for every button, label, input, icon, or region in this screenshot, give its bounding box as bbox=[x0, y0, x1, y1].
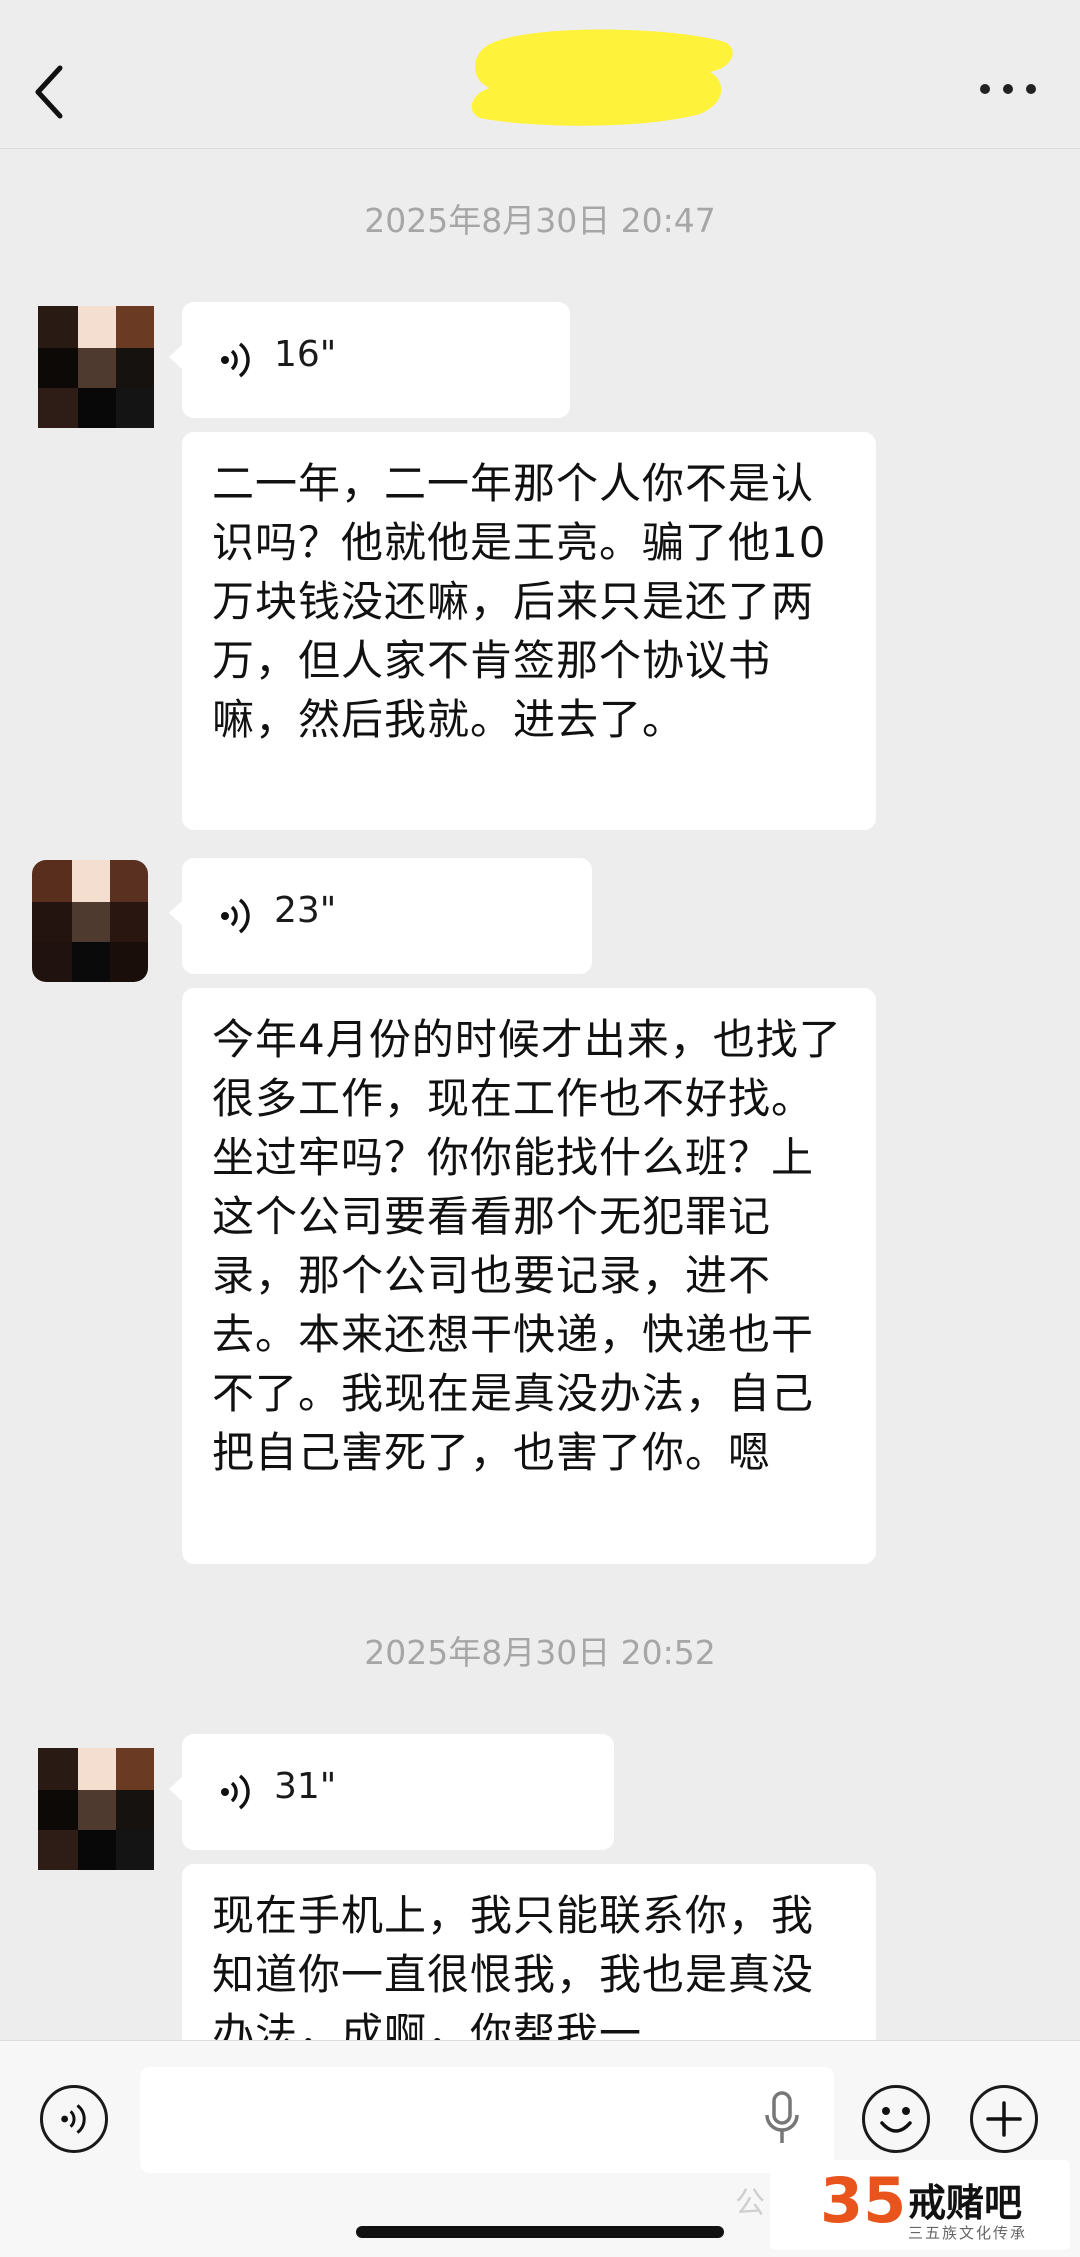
voice-duration: 31" bbox=[274, 1766, 337, 1807]
voice-transcript[interactable]: 二一年，二一年那个人你不是认识吗？他就他是王亮。骗了他10万块钱没还嘛，后来只是… bbox=[182, 432, 876, 830]
voice-mode-icon[interactable] bbox=[40, 2085, 108, 2153]
voice-wave-icon bbox=[221, 898, 250, 934]
microphone-icon[interactable] bbox=[762, 2089, 802, 2149]
voice-transcript[interactable]: 今年4月份的时候才出来，也找了很多工作，现在工作也不好找。坐过牢吗？你你能找什么… bbox=[182, 988, 876, 1564]
timestamp: 2025年8月30日 20:52 bbox=[364, 1633, 716, 1672]
voice-wave-icon bbox=[221, 342, 250, 378]
top-nav-bar bbox=[0, 0, 1080, 149]
emoji-icon[interactable] bbox=[862, 2085, 930, 2153]
timestamp: 2025年8月30日 20:47 bbox=[364, 201, 716, 240]
redacted-contact-name bbox=[471, 29, 733, 126]
watermark-number: 35 bbox=[820, 2164, 907, 2237]
home-indicator[interactable] bbox=[356, 2226, 724, 2238]
chat-area: 2025年8月30日 20:47 16" 二一年，二一年那个人你不是认识吗？他就… bbox=[0, 0, 1080, 2040]
voice-transcript[interactable]: 现在手机上，我只能联系你，我知道你一直很恨我，我也是真没办法，成啊，你帮我一 bbox=[182, 1864, 876, 2040]
voice-message[interactable]: 23" bbox=[169, 858, 592, 974]
avatar[interactable] bbox=[38, 306, 154, 428]
voice-duration: 23" bbox=[274, 890, 337, 931]
watermark-name: 戒赌吧 bbox=[908, 2181, 1023, 2225]
voice-message[interactable]: 16" bbox=[169, 302, 570, 418]
more-dots-icon[interactable] bbox=[980, 80, 1036, 100]
avatar[interactable] bbox=[32, 860, 148, 982]
watermark-subtitle: 三五族文化传承 bbox=[908, 2224, 1028, 2242]
voice-wave-icon bbox=[221, 1774, 250, 1810]
message-input[interactable] bbox=[140, 2067, 834, 2173]
voice-message[interactable]: 31" bbox=[169, 1734, 614, 1850]
watermark-fragment: 公 bbox=[735, 2186, 765, 2221]
watermark-logo: 35 戒赌吧 三五族文化传承 bbox=[770, 2160, 1070, 2250]
chevron-left-icon[interactable] bbox=[30, 62, 70, 122]
plus-icon[interactable] bbox=[970, 2085, 1038, 2153]
voice-duration: 16" bbox=[274, 334, 337, 375]
avatar[interactable] bbox=[38, 1748, 154, 1870]
